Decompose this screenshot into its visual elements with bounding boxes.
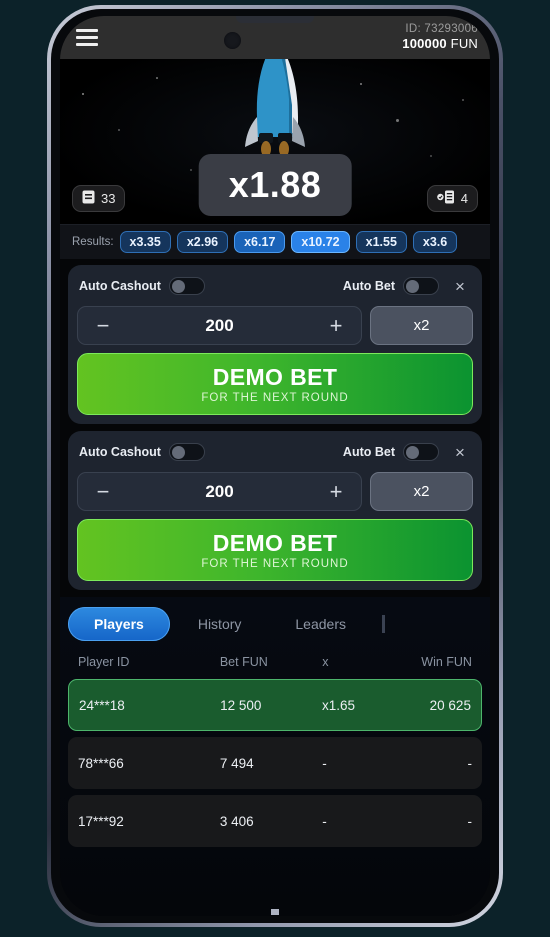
cell-bet: 12 500 [220, 697, 262, 713]
cell-multiplier: - [322, 813, 327, 829]
bet-panels: Auto Cashout Auto Bet × − 200 + x2 DEMO … [60, 259, 490, 597]
balance-row: 100000 FUN [402, 35, 478, 52]
bet-amount-stepper[interactable]: − 200 + [77, 472, 362, 511]
cell-win: - [467, 755, 472, 771]
bottom-tabs: Players History Leaders [68, 607, 482, 641]
game-canvas: x1.88 33 4 [60, 59, 490, 224]
cell-multiplier: - [322, 755, 327, 771]
bottom-section: Players History Leaders Player ID Bet FU… [60, 597, 490, 916]
auto-bet-label: Auto Bet [342, 279, 395, 293]
star [360, 83, 362, 85]
balance-value: 100000 [402, 35, 447, 51]
bet-amount-value[interactable]: 200 [114, 482, 325, 502]
results-strip[interactable]: Results: x3.35 x2.96 x6.17 x10.72 x1.55 … [60, 224, 490, 259]
tab-history[interactable]: History [172, 607, 268, 641]
active-bets-value: 33 [101, 191, 116, 206]
bet-panel-1-amount-row: − 200 + x2 [77, 306, 473, 345]
demo-bet-title: DEMO BET [212, 530, 338, 556]
star [396, 119, 399, 122]
result-chip[interactable]: x2.96 [176, 231, 229, 253]
column-header-multiplier: x [322, 655, 329, 669]
close-panel-button[interactable]: × [449, 444, 471, 461]
cell-bet: 7 494 [219, 755, 254, 771]
cashed-out-value: 4 [460, 191, 468, 206]
phone-home-indicator [271, 909, 279, 915]
double-bet-button[interactable]: x2 [370, 472, 473, 511]
demo-bet-subtitle: FOR THE NEXT ROUND [201, 558, 349, 570]
result-chip[interactable]: x1.55 [355, 231, 407, 253]
balance-panel[interactable]: ID: 73293006 100000 FUN [402, 23, 478, 51]
bet-panel-2-amount-row: − 200 + x2 [77, 472, 473, 511]
star [462, 99, 464, 101]
close-panel-button[interactable]: × [449, 278, 471, 295]
star [82, 93, 84, 95]
phone-speaker [236, 16, 314, 23]
bet-panel-2: Auto Cashout Auto Bet × − 200 + x2 DEMO … [68, 431, 482, 590]
tab-leaders[interactable]: Leaders [269, 607, 372, 641]
star [156, 77, 158, 79]
cell-player-id: 17***92 [78, 813, 124, 829]
demo-bet-title: DEMO BET [212, 364, 338, 390]
cell-multiplier: x1.65 [322, 697, 356, 713]
column-header-player-id: Player ID [78, 655, 130, 669]
increment-button[interactable]: + [325, 479, 347, 505]
result-chip[interactable]: x10.72 [291, 231, 350, 253]
result-chip[interactable]: x3.35 [119, 231, 171, 253]
bet-panel-1-options: Auto Cashout Auto Bet × [77, 273, 473, 299]
auto-cashout-toggle[interactable] [168, 443, 205, 461]
phone-front-camera [224, 32, 241, 49]
cell-win: 20 625 [429, 697, 471, 713]
tab-overflow-indicator[interactable] [381, 615, 385, 633]
phone-bezel: ID: 73293006 100000 FUN x1.88 33 4 Resul… [51, 9, 499, 923]
auto-bet-toggle[interactable] [403, 277, 439, 295]
column-header-win: Win FUN [421, 655, 472, 669]
multiplier-display: x1.88 [198, 154, 352, 216]
decrement-button[interactable]: − [92, 479, 114, 505]
phone-screen: ID: 73293006 100000 FUN x1.88 33 4 Resul… [60, 16, 490, 916]
cell-player-id: 24***18 [79, 697, 125, 713]
cell-bet: 3 406 [219, 813, 254, 829]
hamburger-menu-icon[interactable] [74, 25, 100, 50]
star [430, 155, 432, 157]
increment-button[interactable]: + [325, 313, 347, 339]
demo-bet-button[interactable]: DEMO BET FOR THE NEXT ROUND [77, 519, 473, 581]
cashed-out-counter[interactable]: 4 [426, 185, 478, 212]
double-bet-button[interactable]: x2 [370, 306, 473, 345]
bet-amount-stepper[interactable]: − 200 + [77, 306, 362, 345]
results-label: Results: [72, 236, 114, 248]
table-row[interactable]: 24***18 12 500 x1.65 20 625 [68, 679, 482, 731]
tab-players[interactable]: Players [68, 607, 170, 641]
auto-cashout-label: Auto Cashout [79, 445, 161, 459]
phone-frame: ID: 73293006 100000 FUN x1.88 33 4 Resul… [47, 5, 503, 927]
crash-game-app: ID: 73293006 100000 FUN x1.88 33 4 Resul… [60, 16, 490, 916]
column-header-bet: Bet FUN [219, 655, 268, 669]
auto-bet-label: Auto Bet [342, 445, 395, 459]
decrement-button[interactable]: − [92, 313, 114, 339]
table-row[interactable]: 17***92 3 406 - - [68, 795, 482, 847]
auto-cashout-label: Auto Cashout [79, 279, 161, 293]
result-chip[interactable]: x6.17 [234, 231, 286, 253]
bet-panel-2-options: Auto Cashout Auto Bet × [77, 439, 473, 465]
demo-bet-button[interactable]: DEMO BET FOR THE NEXT ROUND [77, 353, 473, 415]
star [190, 169, 192, 171]
auto-bet-toggle[interactable] [403, 443, 439, 461]
cell-player-id: 78***66 [78, 755, 124, 771]
currency-label: FUN [450, 35, 478, 51]
checked-list-icon [436, 190, 455, 207]
bet-amount-value[interactable]: 200 [114, 316, 325, 336]
demo-bet-subtitle: FOR THE NEXT ROUND [201, 392, 349, 404]
table-row[interactable]: 78***66 7 494 - - [68, 737, 482, 789]
star [118, 129, 120, 131]
result-chip[interactable]: x3.6 [412, 231, 458, 253]
table-header: Player ID Bet FUN x Win FUN [68, 641, 482, 679]
cell-win: - [467, 813, 472, 829]
auto-cashout-toggle[interactable] [168, 277, 205, 295]
active-bets-counter[interactable]: 33 [72, 185, 126, 212]
bet-panel-1: Auto Cashout Auto Bet × − 200 + x2 DEMO … [68, 265, 482, 424]
list-icon [82, 190, 95, 207]
